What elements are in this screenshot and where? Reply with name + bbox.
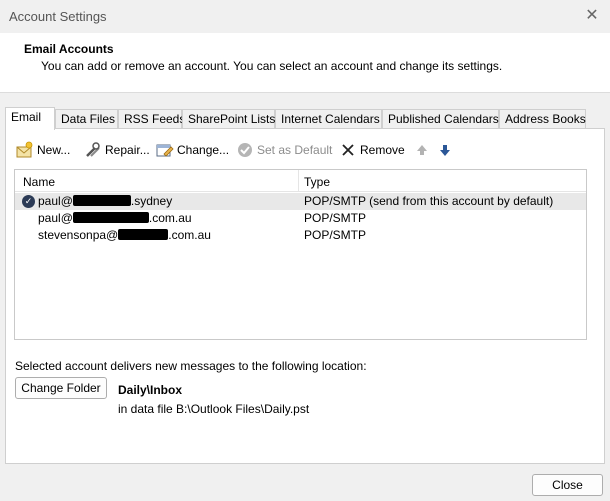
- column-divider[interactable]: [298, 170, 299, 192]
- account-name-suffix: .sydney: [130, 194, 173, 208]
- header-panel: Email Accounts You can add or remove an …: [0, 33, 610, 93]
- delivery-location-label: Selected account delivers new messages t…: [15, 359, 367, 373]
- account-type: POP/SMTP: [304, 211, 367, 225]
- delivery-data-file: in data file B:\Outlook Files\Daily.pst: [118, 402, 310, 416]
- account-name: paul@ .sydney: [38, 193, 172, 210]
- account-name-prefix: paul@: [38, 211, 73, 225]
- email-tab-panel: New... Repair... Change... Set as Defaul…: [5, 128, 605, 464]
- change-settings-icon: [156, 141, 174, 159]
- account-name-suffix: .com.au: [148, 211, 192, 225]
- account-row[interactable]: ✓ paul@ .sydney POP/SMTP (send from this …: [15, 193, 586, 210]
- tab-internet-calendars[interactable]: Internet Calendars: [275, 109, 382, 129]
- set-default-label: Set as Default: [257, 143, 333, 157]
- change-folder-button[interactable]: Change Folder: [15, 377, 107, 399]
- account-type: POP/SMTP (send from this account by defa…: [304, 194, 554, 208]
- remove-button[interactable]: Remove: [339, 139, 405, 161]
- account-name-suffix: .com.au: [168, 228, 211, 242]
- account-name: paul@ .com.au: [38, 210, 192, 227]
- repair-label: Repair...: [105, 143, 150, 157]
- check-circle-icon: [236, 141, 254, 159]
- move-down-button[interactable]: [436, 139, 457, 161]
- change-label: Change...: [177, 143, 230, 157]
- repair-button[interactable]: Repair...: [84, 139, 150, 161]
- column-header-name[interactable]: Name: [23, 175, 55, 189]
- tab-published-calendars[interactable]: Published Calendars: [382, 109, 499, 129]
- list-header: Name Type: [15, 170, 586, 192]
- header-subtitle: You can add or remove an account. You ca…: [41, 59, 503, 73]
- accounts-list[interactable]: Name Type ✓ paul@ .sydney POP/SMTP (send …: [14, 169, 587, 340]
- redaction-bar: [118, 229, 169, 240]
- account-name: stevensonpa@ .com.au: [38, 227, 211, 244]
- remove-x-icon: [339, 141, 357, 159]
- tab-sharepoint-lists[interactable]: SharePoint Lists: [182, 109, 275, 129]
- default-account-check-icon: ✓: [22, 195, 35, 208]
- tab-email[interactable]: Email: [5, 107, 55, 130]
- repair-tools-icon: [84, 141, 102, 159]
- new-account-button[interactable]: New...: [16, 139, 70, 161]
- column-header-type[interactable]: Type: [304, 175, 330, 189]
- account-row[interactable]: stevensonpa@ .com.au POP/SMTP: [15, 227, 586, 244]
- arrow-down-icon: [436, 141, 454, 159]
- new-mail-icon: [16, 141, 34, 159]
- window-close-icon[interactable]: ✕: [582, 6, 602, 26]
- window-title: Account Settings: [9, 9, 107, 24]
- tab-data-files[interactable]: Data Files: [55, 109, 118, 129]
- delivery-folder: Daily\Inbox: [118, 383, 183, 397]
- new-account-label: New...: [37, 143, 71, 157]
- title-bar: Account Settings ✕: [0, 0, 610, 33]
- header-title: Email Accounts: [24, 42, 114, 56]
- account-row[interactable]: paul@ .com.au POP/SMTP: [15, 210, 586, 227]
- set-default-button[interactable]: Set as Default: [236, 139, 332, 161]
- close-button[interactable]: Close: [532, 474, 603, 496]
- redaction-bar: [72, 195, 131, 206]
- tab-address-books[interactable]: Address Books: [499, 109, 586, 129]
- tab-rss-feeds[interactable]: RSS Feeds: [118, 109, 185, 129]
- account-name-prefix: paul@: [38, 194, 73, 208]
- arrow-up-icon: [413, 141, 431, 159]
- redaction-bar: [72, 212, 149, 223]
- change-button[interactable]: Change...: [156, 139, 229, 161]
- move-up-button[interactable]: [413, 139, 434, 161]
- remove-label: Remove: [360, 143, 405, 157]
- account-type: POP/SMTP: [304, 228, 367, 242]
- account-name-prefix: stevensonpa@: [38, 228, 119, 242]
